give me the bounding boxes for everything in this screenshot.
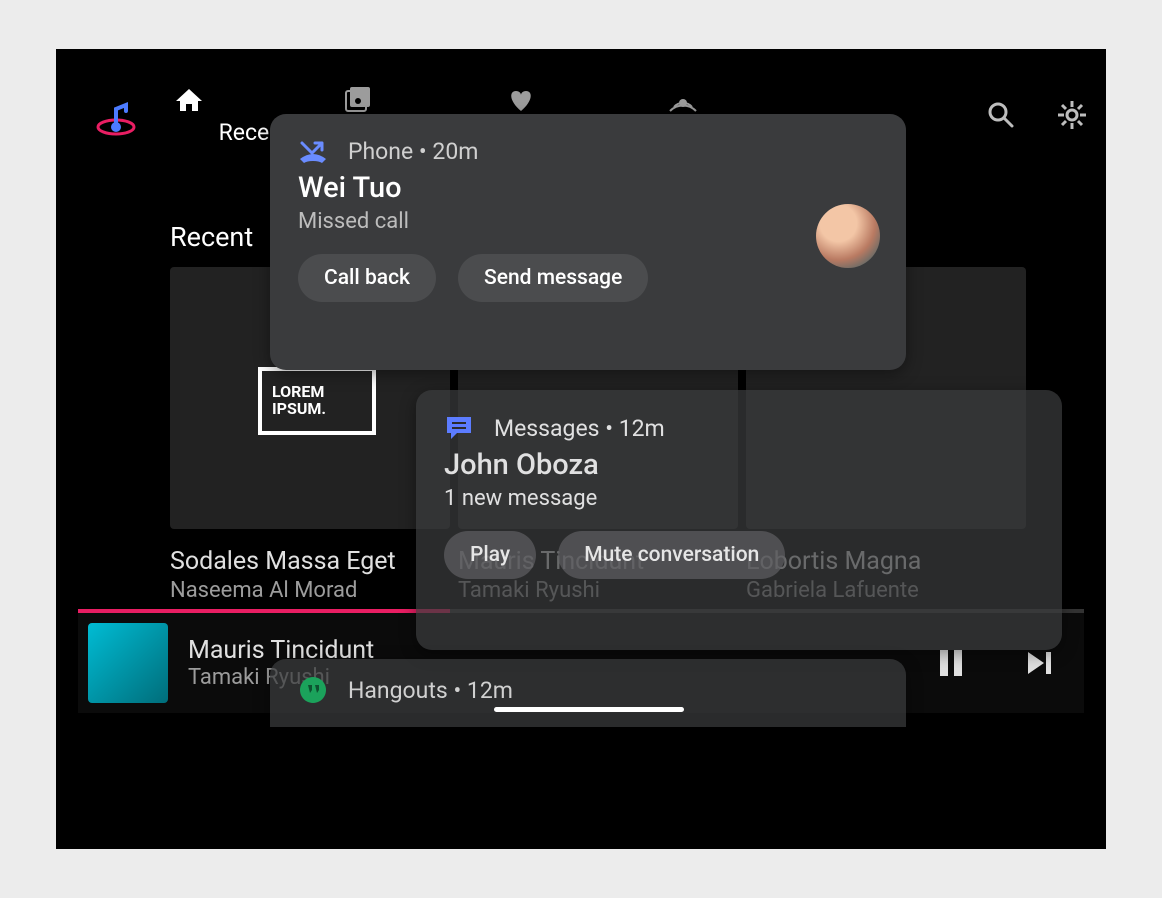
missed-call-icon	[298, 139, 328, 165]
section-title: Recent	[170, 221, 253, 253]
album-title: Sodales Massa Eget	[170, 547, 450, 576]
notification-subtitle: 1 new message	[416, 482, 1062, 511]
skip-next-icon[interactable]	[1024, 648, 1054, 678]
avatar	[816, 204, 880, 268]
notification-messages[interactable]: Messages • 12m John Oboza 1 new message …	[416, 390, 1062, 650]
hangouts-icon	[298, 675, 328, 705]
notification-handle[interactable]	[494, 707, 684, 712]
radio-icon	[668, 87, 828, 113]
notification-meta: Hangouts • 12m	[348, 677, 513, 704]
app-logo-icon	[94, 97, 138, 141]
call-back-button[interactable]: Call back	[298, 254, 436, 302]
send-message-button[interactable]: Send message	[458, 254, 648, 302]
notification-title: Wei Tuo	[270, 171, 906, 205]
heart-icon	[506, 87, 666, 113]
notification-hangouts[interactable]: Hangouts • 12m	[270, 659, 906, 727]
play-button[interactable]: Play	[444, 531, 536, 579]
notification-meta: Phone • 20m	[348, 138, 478, 165]
device-frame: Recent	[56, 49, 1106, 849]
notification-meta: Messages • 12m	[494, 415, 665, 442]
pause-icon[interactable]	[938, 648, 964, 678]
notification-title: John Oboza	[416, 448, 1062, 482]
home-icon	[174, 87, 334, 113]
messages-icon	[444, 414, 474, 442]
search-icon[interactable]	[986, 100, 1016, 130]
notification-subtitle: Missed call	[270, 205, 906, 234]
album-artist: Naseema Al Morad	[170, 578, 450, 603]
now-playing-cover	[88, 623, 168, 703]
album-cover-label: LOREM IPSUM.	[258, 367, 376, 435]
library-music-icon	[344, 87, 504, 113]
gear-icon[interactable]	[1056, 99, 1088, 131]
mute-conversation-button[interactable]: Mute conversation	[558, 531, 785, 579]
notification-phone[interactable]: Phone • 20m Wei Tuo Missed call Call bac…	[270, 114, 906, 370]
